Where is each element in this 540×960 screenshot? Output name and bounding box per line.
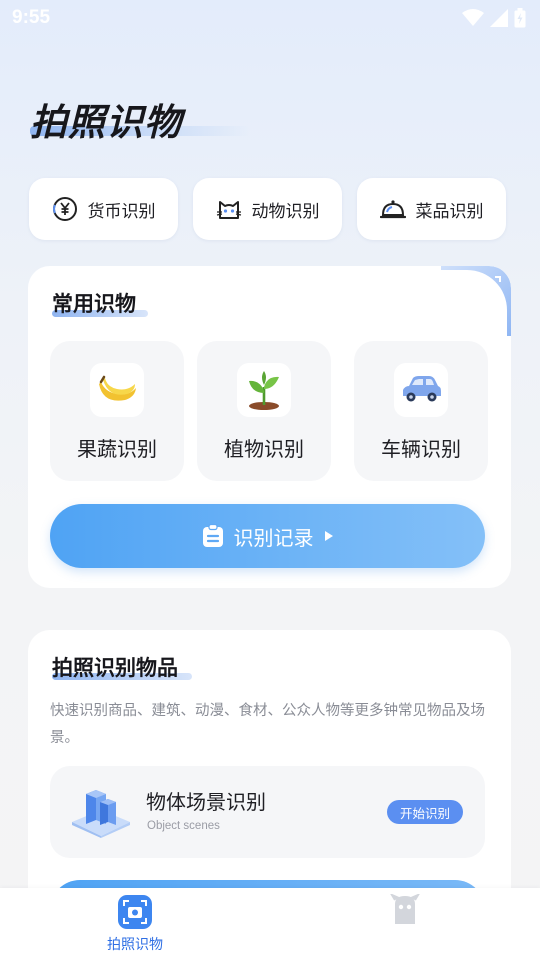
battery-icon <box>514 8 526 28</box>
currency-icon <box>52 197 77 221</box>
history-button-label: 识别记录 <box>233 525 314 550</box>
buildings-icon <box>72 790 130 838</box>
banana-icon <box>99 375 136 401</box>
quick-category-row: 货币识别 动物识别 菜品识别 <box>29 178 506 240</box>
camera-scan-icon <box>118 895 152 929</box>
page-title: 拍照识物 <box>30 101 182 144</box>
scene-title: 物体场景识别 <box>146 790 266 814</box>
play-arrow-icon <box>324 531 333 541</box>
common-recognition-card: 常用识物 果蔬识别 植物识别 车辆识别 识别记录 <box>28 266 511 588</box>
clipboard-icon <box>202 524 223 547</box>
recognition-history-button[interactable]: 识别记录 <box>50 504 485 568</box>
quick-chip-animal[interactable]: 动物识别 <box>193 178 342 240</box>
tile-label: 果蔬识别 <box>77 437 157 461</box>
scene-subtitle: Object scenes <box>147 820 220 832</box>
common-section-title: 常用识物 <box>52 292 136 316</box>
quick-chip-currency[interactable]: 货币识别 <box>29 178 178 240</box>
nav-tab-photo-recognize[interactable]: 拍照识物 <box>100 894 170 954</box>
tile-icon-box <box>394 363 448 417</box>
start-recognition-button[interactable]: 开始识别 <box>386 800 463 824</box>
status-bar: 9:55 <box>0 0 540 36</box>
tile-label: 植物识别 <box>224 437 304 461</box>
dish-cloche-icon <box>379 200 406 219</box>
bottom-navigation: 拍照识物 <box>0 888 540 960</box>
wifi-icon <box>462 9 484 26</box>
quick-chip-label: 菜品识别 <box>415 201 484 222</box>
photo-recognition-card: 拍照识别物品 快速识别商品、建筑、动漫、食材、公众人物等更多钟常见物品及场景。 … <box>28 630 511 940</box>
tile-fruit-veg[interactable]: 果蔬识别 <box>50 341 184 481</box>
scan-frame-icon[interactable] <box>481 276 501 296</box>
photo-section-description: 快速识别商品、建筑、动漫、食材、公众人物等更多钟常见物品及场景。 <box>50 703 485 746</box>
tile-label: 车辆识别 <box>381 437 461 461</box>
tile-icon-box <box>90 363 144 417</box>
quick-chip-label: 货币识别 <box>87 201 156 222</box>
status-time: 9:55 <box>12 7 51 28</box>
sprout-icon <box>249 371 279 410</box>
quick-chip-dish[interactable]: 菜品识别 <box>357 178 506 240</box>
status-icons <box>462 8 526 28</box>
photo-section-title: 拍照识别物品 <box>52 656 178 680</box>
common-tiles: 果蔬识别 植物识别 车辆识别 <box>50 341 488 481</box>
tile-plant[interactable]: 植物识别 <box>197 341 331 481</box>
profile-icon <box>390 894 420 924</box>
quick-chip-label: 动物识别 <box>251 201 320 222</box>
signal-icon <box>490 9 508 27</box>
tile-vehicle[interactable]: 车辆识别 <box>354 341 488 481</box>
nav-tab-profile[interactable] <box>370 894 440 930</box>
tile-icon-box <box>237 363 291 417</box>
car-icon <box>403 376 441 402</box>
nav-label: 拍照识物 <box>107 937 163 953</box>
cat-icon <box>216 201 241 219</box>
object-scene-entry[interactable]: 物体场景识别 Object scenes 开始识别 <box>50 766 485 858</box>
